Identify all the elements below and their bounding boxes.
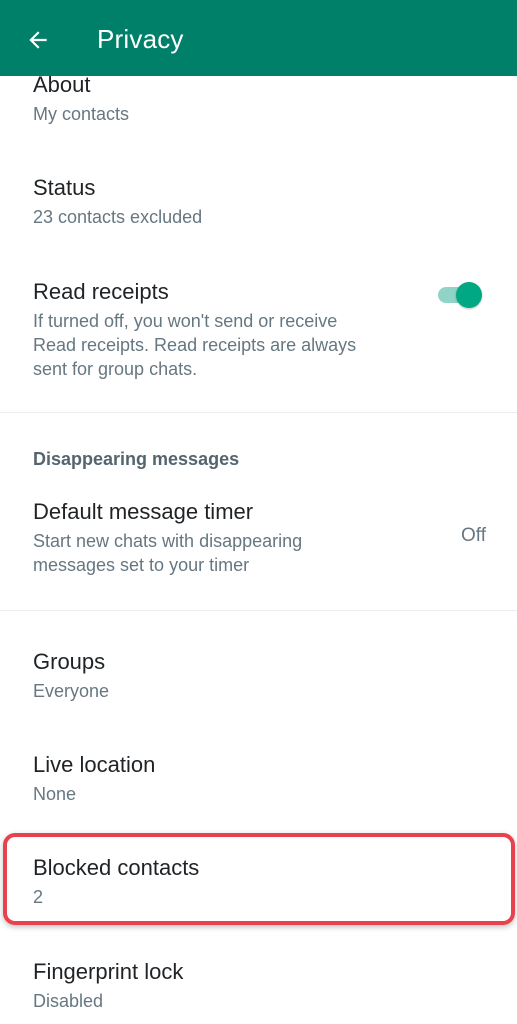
setting-about-value: My contacts [33, 104, 130, 124]
setting-status-value: 23 contacts excluded [33, 207, 203, 227]
setting-default-message-timer-desc-line-1: Start new chats with disappearing [33, 531, 303, 551]
setting-default-message-timer-title: Default message timer [33, 499, 254, 524]
app-bar: Privacy [0, 0, 517, 76]
setting-groups[interactable]: Groups Everyone [0, 634, 517, 726]
arrow-left-icon [29, 31, 47, 49]
page-title: Privacy [97, 24, 184, 54]
section-header-disappearing-messages: Disappearing messages [33, 449, 240, 469]
setting-groups-value: Everyone [33, 681, 110, 701]
read-receipts-toggle[interactable] [436, 282, 482, 308]
setting-default-message-timer-value: Off [461, 525, 486, 546]
setting-blocked-contacts-title: Blocked contacts [33, 855, 200, 880]
setting-blocked-contacts-value: 2 [33, 887, 44, 907]
setting-default-message-timer-desc-line-2: messages set to your timer [33, 555, 250, 575]
setting-blocked-contacts[interactable]: Blocked contacts 2 [0, 840, 517, 920]
setting-fingerprint-lock[interactable]: Fingerprint lock Disabled [0, 944, 517, 1024]
section-divider [0, 412, 517, 413]
setting-status[interactable]: Status 23 contacts excluded [0, 160, 517, 250]
setting-read-receipts-desc-line-1: If turned off, you won't send or receive [33, 311, 338, 331]
back-button[interactable] [18, 20, 58, 60]
setting-default-message-timer[interactable]: Default message timer Start new chats wi… [0, 484, 517, 592]
setting-live-location[interactable]: Live location None [0, 737, 517, 829]
setting-read-receipts-title: Read receipts [33, 279, 169, 304]
setting-read-receipts-desc-line-2: Read receipts. Read receipts are always [33, 335, 357, 355]
setting-fingerprint-lock-value: Disabled [33, 991, 104, 1011]
section-divider [0, 610, 517, 611]
setting-groups-title: Groups [33, 649, 106, 674]
privacy-settings-list: About My contacts Status 23 contacts exc… [0, 0, 517, 1024]
setting-fingerprint-lock-title: Fingerprint lock [33, 959, 184, 984]
setting-read-receipts-desc-line-3: sent for group chats. [33, 359, 198, 379]
toggle-thumb [456, 282, 482, 308]
setting-status-title: Status [33, 175, 96, 200]
setting-live-location-title: Live location [33, 752, 156, 777]
setting-live-location-value: None [33, 784, 77, 804]
